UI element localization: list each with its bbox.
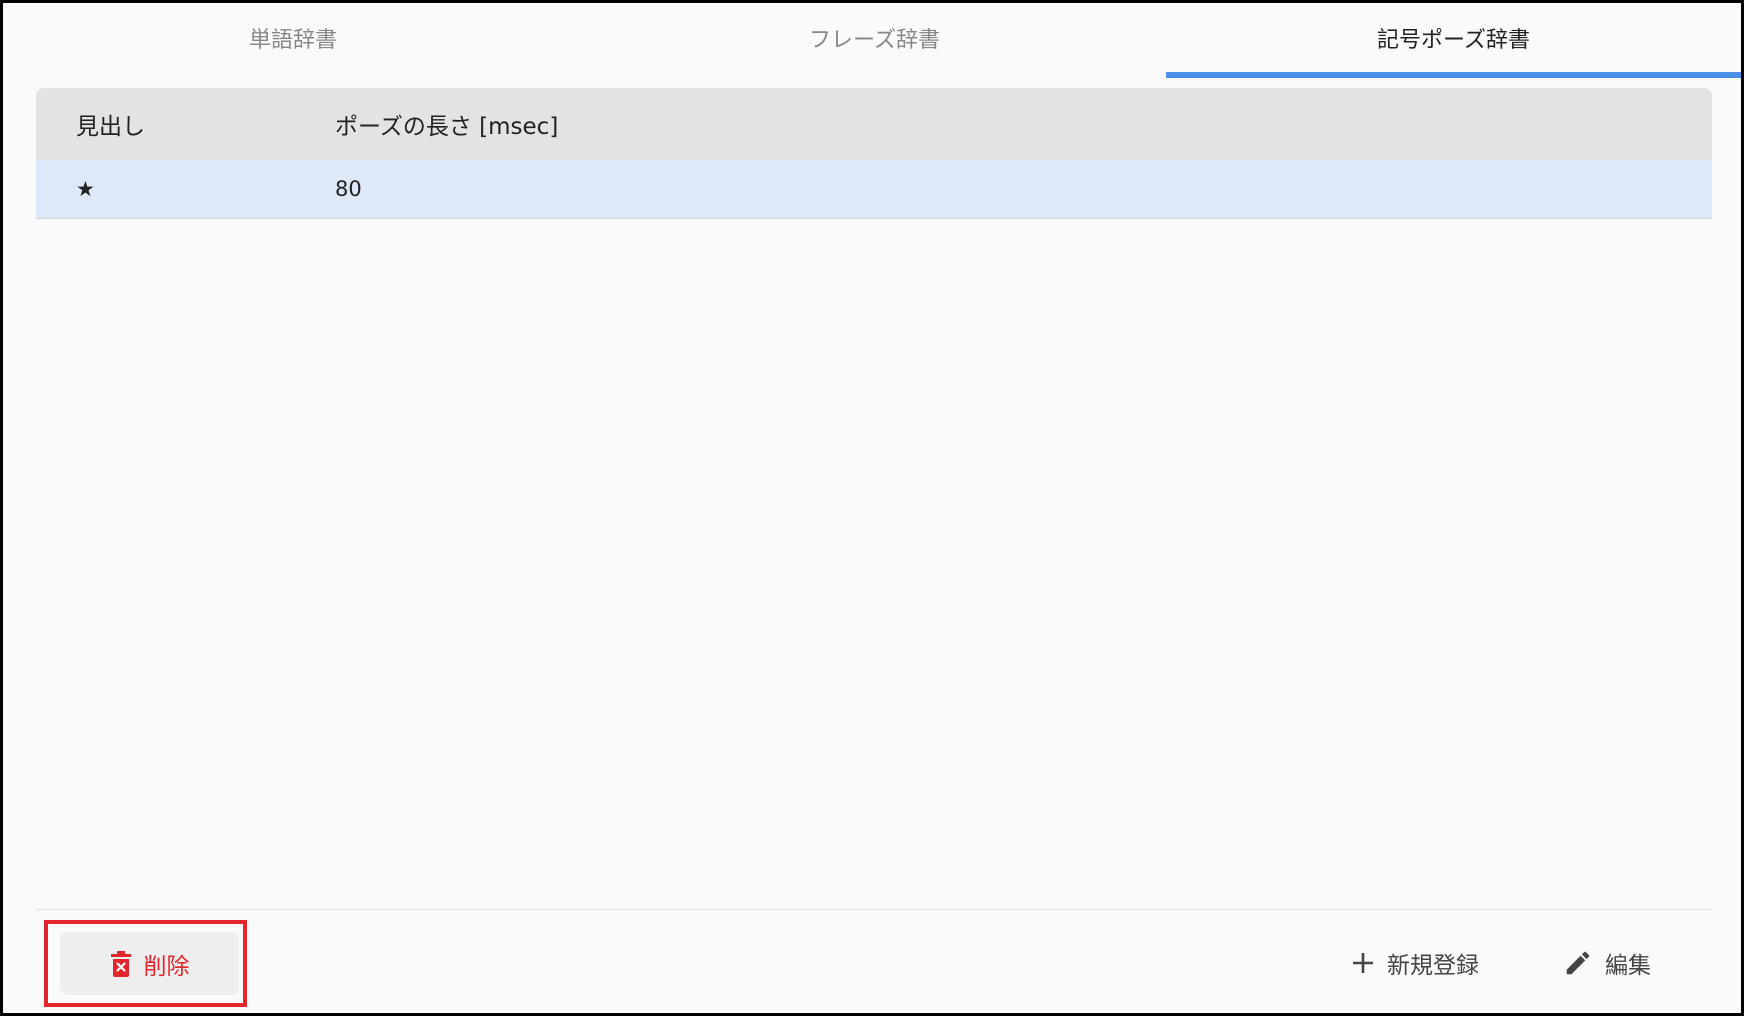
edit-button-label: 編集 — [1605, 953, 1651, 979]
cell-pause-length: 80 — [335, 177, 362, 201]
tab-word-dictionary-label: 単語辞書 — [248, 28, 337, 53]
dictionary-tabs: 単語辞書 フレーズ辞書 記号ポーズ辞書 — [3, 3, 1741, 79]
tab-symbol-pause-dictionary[interactable]: 記号ポーズ辞書 — [1166, 3, 1741, 79]
symbol-pause-table: 見出し ポーズの長さ [msec] ★ 80 — [36, 88, 1712, 219]
cell-symbol: ★ — [76, 177, 95, 201]
trash-icon — [110, 950, 132, 977]
tab-symbol-pause-dictionary-label: 記号ポーズ辞書 — [1377, 28, 1530, 53]
table-row[interactable]: ★ 80 — [36, 160, 1712, 219]
plus-icon — [1351, 951, 1375, 975]
edit-button[interactable]: 編集 — [1563, 936, 1651, 990]
tab-phrase-dictionary-label: フレーズ辞書 — [809, 28, 940, 53]
add-new-button[interactable]: 新規登録 — [1351, 936, 1479, 990]
pencil-icon — [1563, 948, 1593, 978]
delete-highlight-box: 削除 — [44, 920, 247, 1007]
dictionary-window: 単語辞書 フレーズ辞書 記号ポーズ辞書 見出し ポーズの長さ [msec] ★ … — [0, 0, 1744, 1016]
delete-button[interactable]: 削除 — [60, 932, 239, 995]
add-new-button-label: 新規登録 — [1387, 953, 1479, 979]
delete-button-label: 削除 — [143, 953, 190, 980]
footer-divider — [36, 909, 1712, 910]
column-header-pause-length: ポーズの長さ [msec] — [335, 114, 559, 140]
table-header: 見出し ポーズの長さ [msec] — [36, 88, 1712, 160]
column-header-heading: 見出し — [76, 114, 145, 140]
tab-word-dictionary[interactable]: 単語辞書 — [3, 3, 583, 79]
tab-phrase-dictionary[interactable]: フレーズ辞書 — [583, 3, 1166, 79]
active-tab-indicator — [1166, 72, 1741, 78]
